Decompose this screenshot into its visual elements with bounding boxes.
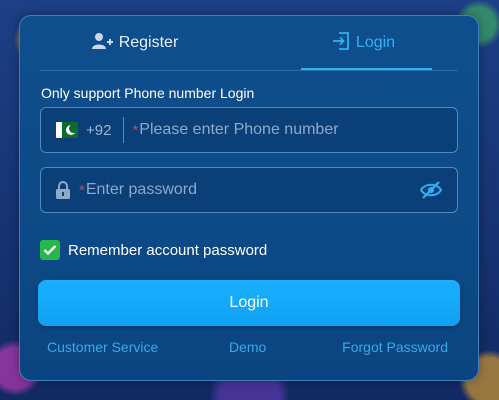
forgot-password-link[interactable]: Forgot Password [342, 339, 448, 355]
remember-password[interactable]: Remember account password [40, 240, 267, 260]
auth-tabs: Register Login [20, 16, 478, 70]
tab-login[interactable]: Login [249, 16, 478, 70]
login-door-icon [332, 31, 350, 55]
required-mark: * [79, 181, 85, 199]
customer-service-link[interactable]: Customer Service [47, 339, 158, 355]
remember-label: Remember account password [68, 241, 268, 259]
country-code[interactable]: +92 [86, 122, 111, 139]
password-field: * [40, 167, 458, 213]
phone-field: +92 * [40, 107, 458, 153]
eye-slash-icon[interactable] [419, 180, 443, 200]
footer-links: Customer Service Demo Forgot Password [20, 339, 478, 359]
demo-link[interactable]: Demo [229, 339, 266, 355]
remember-checkbox[interactable] [40, 240, 60, 260]
tab-register-label: Register [118, 34, 179, 51]
login-panel: Register Login Only support Phone number… [19, 15, 479, 381]
pakistan-flag-icon [56, 122, 78, 138]
user-add-icon [91, 32, 113, 55]
phone-input[interactable] [139, 108, 457, 152]
password-input[interactable] [85, 168, 419, 212]
login-button[interactable]: Login [38, 280, 460, 326]
tab-register[interactable]: Register [20, 16, 249, 70]
field-separator [123, 117, 125, 143]
form-subtitle: Only support Phone number Login [41, 85, 255, 101]
required-mark: * [132, 121, 139, 139]
tabs-divider [40, 70, 458, 71]
lock-icon [55, 180, 71, 200]
tab-login-label: Login [355, 34, 396, 51]
